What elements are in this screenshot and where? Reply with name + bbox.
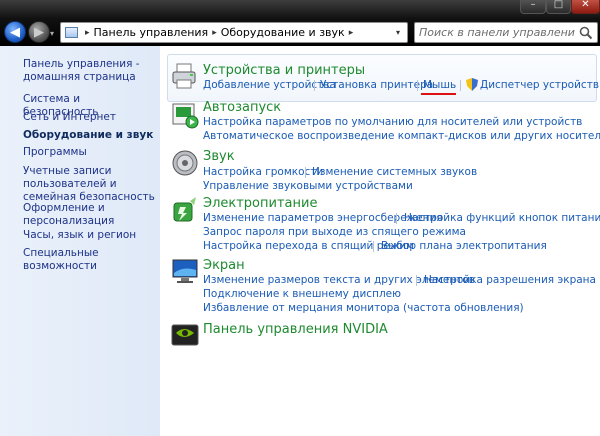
- link-separator: [416, 275, 417, 286]
- search-input[interactable]: [419, 24, 575, 41]
- breadcrumb-separator[interactable]: ▸: [349, 28, 354, 38]
- link-system-sounds[interactable]: Изменение системных звуков: [312, 166, 477, 179]
- link-separator: [396, 213, 397, 224]
- back-button[interactable]: ◀: [4, 21, 26, 43]
- back-arrow-icon: ◀: [10, 25, 20, 40]
- sidebar: Панель управления - домашняя страница Си…: [0, 46, 160, 436]
- category-title-autoplay[interactable]: Автозапуск: [203, 100, 281, 115]
- printer-icon[interactable]: [170, 61, 200, 91]
- mouse-highlight-underline: [421, 93, 456, 95]
- uac-shield-icon: [466, 78, 478, 91]
- link-refresh-rate[interactable]: Избавление от мерцания монитора (частота…: [203, 302, 524, 315]
- link-power-plan[interactable]: Выбор плана электропитания: [381, 240, 547, 253]
- search-icon[interactable]: [579, 26, 593, 40]
- link-separator: [314, 80, 315, 91]
- category-title-nvidia[interactable]: Панель управления NVIDIA: [203, 322, 388, 337]
- sidebar-item-hardware-sound[interactable]: Оборудование и звук: [23, 129, 155, 142]
- nvidia-icon[interactable]: [170, 319, 200, 349]
- sidebar-item-network[interactable]: Сеть и Интернет: [23, 111, 155, 124]
- sidebar-item-user-accounts[interactable]: Учетные записи пользователей и семейная …: [23, 165, 155, 204]
- sidebar-item-accessibility[interactable]: Специальные возможности: [23, 247, 155, 273]
- forward-arrow-icon: ▶: [34, 25, 44, 40]
- category-title-power[interactable]: Электропитание: [203, 196, 317, 211]
- link-wake-password[interactable]: Запрос пароля при выходе из спящего режи…: [203, 226, 466, 239]
- breadcrumb-control-panel[interactable]: Панель управления: [94, 26, 209, 39]
- link-separator: [417, 80, 418, 91]
- window-chrome: – □ ✕ ◀ ▶ ▾ ▸ Панель управления ▸ Оборуд…: [0, 0, 600, 46]
- link-separator: [460, 80, 461, 91]
- breadcrumb-separator[interactable]: ▸: [85, 28, 90, 38]
- address-bar[interactable]: ▸ Панель управления ▸ Оборудование и зву…: [60, 22, 408, 43]
- sidebar-item-clock-language[interactable]: Часы, язык и регион: [23, 229, 155, 242]
- minimize-button[interactable]: –: [520, 0, 546, 14]
- link-screen-resolution[interactable]: Настройка разрешения экрана: [424, 274, 596, 287]
- link-autoplay-cds[interactable]: Автоматическое воспроизведение компакт-д…: [203, 130, 600, 143]
- breadcrumb-hardware-sound[interactable]: Оборудование и звук: [221, 26, 345, 39]
- display-icon[interactable]: [170, 256, 200, 286]
- recent-pages-dropdown[interactable]: ▾: [50, 29, 58, 38]
- breadcrumb-separator[interactable]: ▸: [212, 28, 217, 38]
- link-device-manager[interactable]: Диспетчер устройств: [480, 79, 599, 92]
- maximize-button[interactable]: □: [546, 0, 571, 14]
- close-button[interactable]: ✕: [571, 0, 600, 14]
- power-options-icon[interactable]: [170, 195, 200, 225]
- link-separator: [373, 241, 374, 252]
- link-power-buttons[interactable]: Настройка функций кнопок питания: [404, 212, 600, 225]
- forward-button[interactable]: ▶: [28, 21, 50, 43]
- category-title-devices[interactable]: Устройства и принтеры: [203, 63, 365, 78]
- sidebar-item-programs[interactable]: Программы: [23, 146, 155, 159]
- category-hover-highlight: [167, 54, 597, 102]
- category-title-sound[interactable]: Звук: [203, 149, 235, 164]
- link-separator: [305, 167, 306, 178]
- control-panel-icon: [61, 23, 81, 42]
- speaker-icon[interactable]: [170, 148, 200, 178]
- link-add-device[interactable]: Добавление устройства: [203, 79, 336, 92]
- autoplay-icon[interactable]: [170, 100, 200, 130]
- link-external-display[interactable]: Подключение к внешнему дисплею: [203, 288, 401, 301]
- address-dropdown-icon[interactable]: ▾: [390, 24, 406, 41]
- search-box[interactable]: [414, 22, 598, 43]
- sidebar-item-home[interactable]: Панель управления - домашняя страница: [23, 58, 155, 84]
- link-mouse[interactable]: Мышь: [423, 79, 456, 92]
- sidebar-item-appearance[interactable]: Оформление и персонализация: [23, 202, 155, 228]
- category-title-display[interactable]: Экран: [203, 258, 245, 273]
- link-autoplay-defaults[interactable]: Настройка параметров по умолчанию для но…: [203, 116, 582, 129]
- link-sound-devices[interactable]: Управление звуковыми устройствами: [203, 180, 413, 193]
- main-content: Устройства и принтеры Добавление устройс…: [160, 46, 600, 436]
